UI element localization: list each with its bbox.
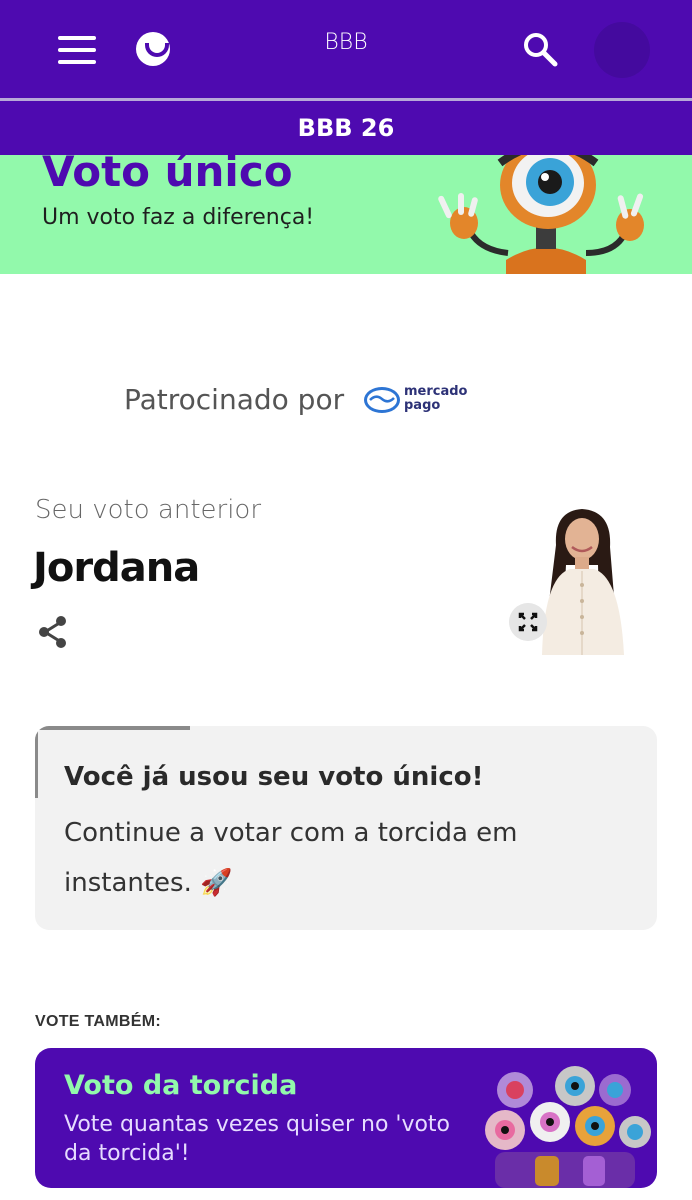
- card-accent-side: [35, 730, 38, 798]
- mercado-pago-wordmark: mercado pago: [404, 385, 468, 413]
- previous-vote-name: Jordana: [33, 545, 200, 591]
- vote-status-text: Continue a votar com a torcida em instan…: [64, 818, 518, 898]
- section-title: BBB 26: [0, 101, 692, 155]
- previous-vote-label: Seu voto anterior: [35, 495, 262, 525]
- expand-icon[interactable]: [509, 603, 547, 641]
- vote-status-title: Você já usou seu voto único!: [64, 762, 484, 792]
- voto-unico-banner: Voto único Um voto faz a diferença!: [0, 155, 692, 274]
- app-title: BBB: [324, 30, 368, 55]
- search-icon[interactable]: [522, 31, 558, 67]
- mascot-crowd-icon: [485, 1066, 651, 1188]
- banner-title: Voto único: [42, 155, 293, 196]
- mercado-pago-line1: mercado: [404, 384, 468, 399]
- banner-subtitle: Um voto faz a diferença!: [42, 205, 315, 230]
- top-app-bar: BBB: [0, 0, 692, 100]
- sponsor-label: Patrocinado por: [124, 383, 345, 416]
- voto-da-torcida-title[interactable]: Voto da torcida: [64, 1070, 297, 1101]
- card-accent: [35, 726, 190, 730]
- vote-also-label: VOTE TAMBÉM:: [35, 1013, 161, 1030]
- avatar[interactable]: [594, 22, 650, 78]
- big-brother-mascot-icon: [438, 155, 644, 274]
- voto-da-torcida-text[interactable]: Vote quantas vezes quiser no 'voto da to…: [64, 1110, 464, 1168]
- mercado-pago-line2: pago: [404, 398, 441, 413]
- share-icon[interactable]: [36, 614, 70, 650]
